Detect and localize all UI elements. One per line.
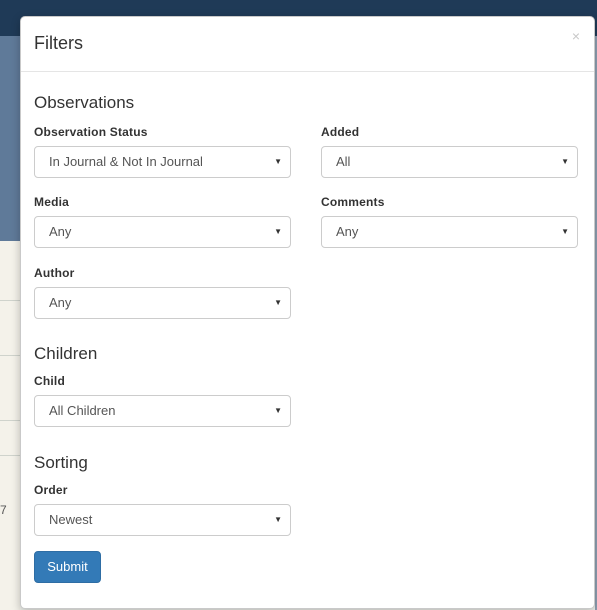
media-select[interactable]: Any ▼ [34,216,291,248]
modal-header: Filters × [21,17,594,72]
added-value: All [336,154,351,169]
caret-down-icon: ▼ [274,406,282,415]
observation-status-select[interactable]: In Journal & Not In Journal ▼ [34,146,291,178]
added-label: Added [321,125,360,139]
author-value: Any [49,295,72,310]
background-divider [0,355,20,356]
submit-button[interactable]: Submit [34,551,101,583]
modal-title: Filters [34,33,83,53]
background-left-band [0,36,20,241]
observation-status-label: Observation Status [34,125,148,139]
comments-select[interactable]: Any ▼ [321,216,578,248]
section-title-sorting: Sorting [34,453,88,472]
background-divider [0,455,20,456]
background-divider [0,300,20,301]
child-value: All Children [49,403,116,418]
comments-label: Comments [321,195,385,209]
filters-modal: Filters × Observations Observation Statu… [20,16,595,609]
section-title-observations: Observations [34,93,135,112]
added-select[interactable]: All ▼ [321,146,578,178]
caret-down-icon: ▼ [561,157,569,166]
caret-down-icon: ▼ [274,515,282,524]
media-value: Any [49,224,72,239]
child-label: Child [34,374,65,388]
order-value: Newest [49,512,93,527]
media-label: Media [34,195,70,209]
caret-down-icon: ▼ [274,227,282,236]
background-partial-text: 7 [0,503,7,517]
section-title-children: Children [34,344,98,363]
author-select[interactable]: Any ▼ [34,287,291,319]
background-divider [0,420,20,421]
observation-status-value: In Journal & Not In Journal [49,154,203,169]
child-select[interactable]: All Children ▼ [34,395,291,427]
comments-value: Any [336,224,359,239]
order-select[interactable]: Newest ▼ [34,504,291,536]
author-label: Author [34,266,75,280]
order-label: Order [34,483,68,497]
caret-down-icon: ▼ [274,157,282,166]
caret-down-icon: ▼ [274,298,282,307]
caret-down-icon: ▼ [561,227,569,236]
close-icon[interactable]: × [572,29,580,43]
